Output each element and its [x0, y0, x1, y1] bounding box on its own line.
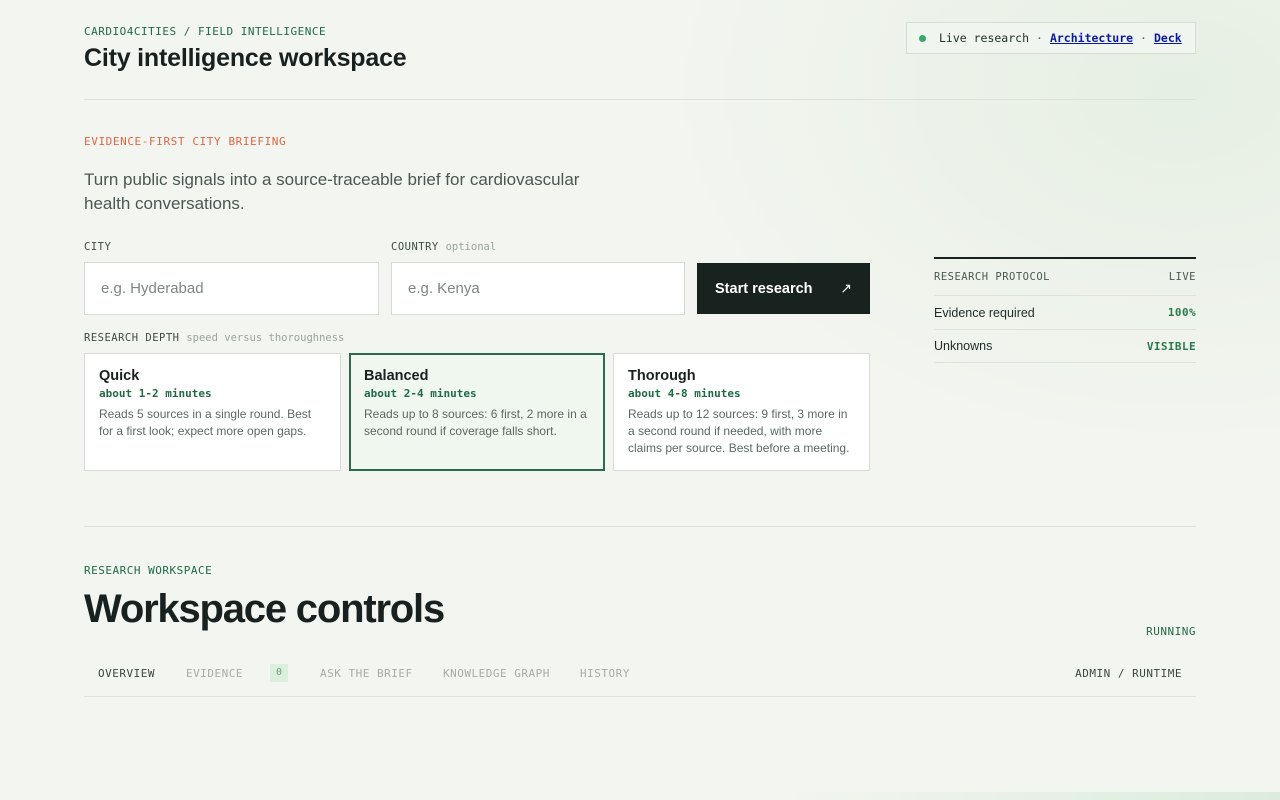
depth-option-description: Reads 5 sources in a single round. Best … [99, 407, 312, 438]
research-depth-hint: speed versus thoroughness [186, 332, 345, 344]
depth-option-description: Reads up to 8 sources: 6 first, 2 more i… [364, 407, 587, 438]
research-protocol-status: LIVE [1168, 271, 1196, 283]
depth-option-time: about 1-2 minutes [99, 387, 212, 400]
depth-option-balanced[interactable]: Balanced about 2-4 minutes Reads up to 8… [349, 353, 605, 471]
protocol-row-value: VISIBLE [1146, 339, 1196, 353]
page-title: City intelligence workspace [84, 44, 407, 72]
arrow-up-right-icon: ↗ [840, 280, 852, 296]
protocol-row-unknowns: Unknowns VISIBLE [934, 329, 1196, 363]
start-research-button[interactable]: Start research ↗ [697, 263, 870, 314]
protocol-row-evidence: Evidence required 100% [934, 295, 1196, 329]
separator: · [1036, 31, 1043, 45]
research-protocol-panel: RESEARCH PROTOCOL LIVE Evidence required… [934, 257, 1196, 363]
research-depth-label-text: RESEARCH DEPTH [84, 332, 180, 344]
section-divider [84, 526, 1196, 527]
depth-option-description: Reads up to 12 sources: 9 first, 3 more … [628, 407, 850, 455]
bottom-glow [780, 792, 1280, 800]
tab-ask-the-brief[interactable]: ASK THE BRIEF [320, 667, 413, 680]
workspace-title: Workspace controls [84, 587, 445, 631]
city-input[interactable] [84, 262, 379, 315]
research-depth-label: RESEARCH DEPTH speed versus thoroughness [84, 332, 344, 344]
research-protocol-header: RESEARCH PROTOCOL LIVE [934, 259, 1196, 295]
country-optional-hint: optional [445, 241, 497, 253]
city-label: CITY [84, 241, 111, 253]
tab-history[interactable]: HISTORY [580, 667, 630, 680]
depth-option-title: Balanced [364, 368, 429, 384]
city-label-text: CITY [84, 241, 112, 253]
depth-option-thorough[interactable]: Thorough about 4-8 minutes Reads up to 1… [613, 353, 870, 471]
briefing-eyebrow: EVIDENCE-FIRST CITY BRIEFING [84, 135, 287, 148]
tab-overview[interactable]: OVERVIEW [98, 667, 155, 680]
live-status-dot-icon [919, 34, 926, 42]
country-label: COUNTRY optional [391, 241, 496, 253]
protocol-row-label: Unknowns [934, 339, 993, 353]
workspace-eyebrow: RESEARCH WORKSPACE [84, 564, 213, 577]
live-research-label: Live research [939, 31, 1030, 45]
architecture-link[interactable]: Architecture [1050, 31, 1133, 45]
country-input[interactable] [391, 262, 685, 315]
start-research-label: Start research [715, 280, 813, 297]
separator: · [1140, 31, 1147, 45]
depth-option-title: Thorough [628, 368, 696, 384]
depth-option-title: Quick [99, 368, 140, 384]
research-protocol-title: RESEARCH PROTOCOL [934, 271, 1050, 283]
depth-option-quick[interactable]: Quick about 1-2 minutes Reads 5 sources … [84, 353, 341, 471]
header-divider [84, 99, 1196, 100]
deck-link[interactable]: Deck [1154, 31, 1182, 45]
breadcrumb: CARDIO4CITIES / FIELD INTELLIGENCE [84, 25, 327, 38]
protocol-row-label: Evidence required [934, 305, 1035, 320]
evidence-count-badge: 0 [270, 664, 288, 682]
live-status-bar: Live research · Architecture · Deck [906, 22, 1196, 54]
country-label-text: COUNTRY [391, 241, 439, 253]
workspace-tabs: OVERVIEW EVIDENCE 0 ASK THE BRIEF KNOWLE… [84, 656, 1196, 697]
depth-option-time: about 4-8 minutes [628, 387, 741, 400]
briefing-lede: Turn public signals into a source-tracea… [84, 170, 580, 213]
tab-knowledge-graph[interactable]: KNOWLEDGE GRAPH [443, 667, 550, 680]
protocol-row-value: 100% [1167, 306, 1196, 319]
depth-option-time: about 2-4 minutes [364, 387, 477, 400]
workspace-status-badge: RUNNING [1146, 625, 1196, 638]
tab-evidence[interactable]: EVIDENCE [186, 667, 243, 680]
admin-runtime-link[interactable]: ADMIN / RUNTIME [1075, 667, 1182, 680]
